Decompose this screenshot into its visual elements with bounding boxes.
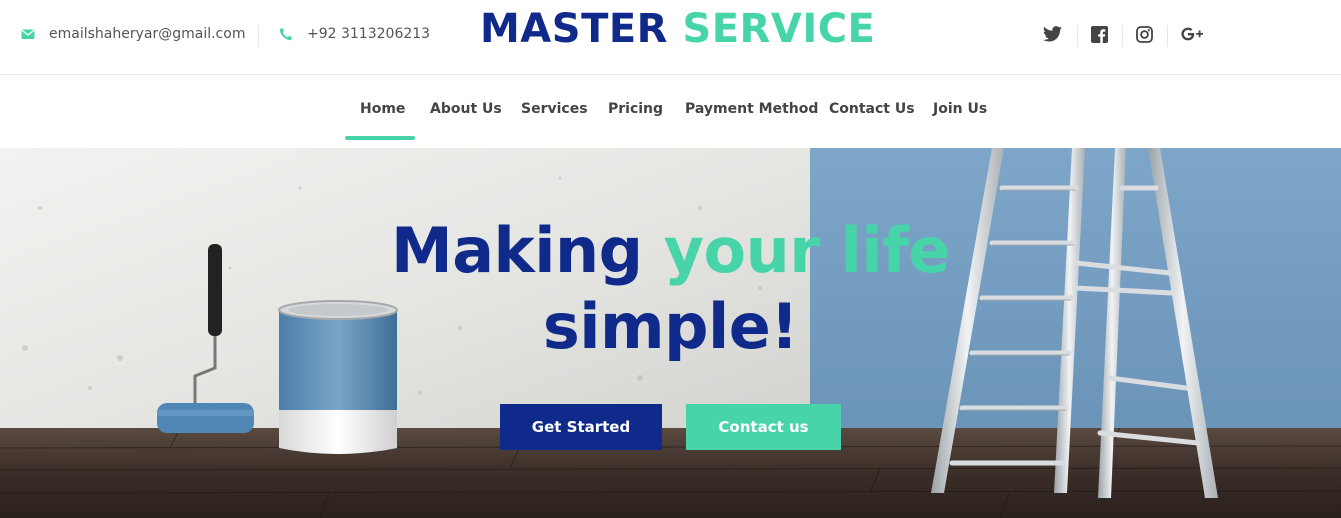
contact-us-button[interactable]: Contact us <box>686 404 841 450</box>
site-logo[interactable]: MASTER SERVICE <box>480 6 875 52</box>
email-text: emailshaheryar@gmail.com <box>49 26 246 42</box>
phone-icon <box>279 27 293 41</box>
divider <box>1077 25 1078 47</box>
google-plus-icon <box>1181 27 1203 41</box>
hero-headline-line-1: Making your life <box>0 220 1341 282</box>
divider <box>1167 25 1168 47</box>
hero-section: Making your life simple! Get Started Con… <box>0 148 1341 518</box>
divider <box>258 25 259 47</box>
top-bar: emailshaheryar@gmail.com +92 3113206213 … <box>0 0 1341 75</box>
email-contact[interactable]: emailshaheryar@gmail.com <box>21 26 245 42</box>
nav-item-pricing[interactable]: Pricing <box>608 101 663 117</box>
nav-item-about-us[interactable]: About Us <box>430 101 502 117</box>
logo-word-2: SERVICE <box>682 6 876 52</box>
phone-text: +92 3113206213 <box>307 26 431 42</box>
twitter-icon <box>1042 26 1062 42</box>
headline-your-life: your life <box>663 214 951 287</box>
headline-making: Making <box>391 214 643 287</box>
nav-item-payment-method[interactable]: Payment Method <box>685 101 818 117</box>
nav-item-home[interactable]: Home <box>360 101 405 117</box>
headline-simple: simple! <box>542 290 799 363</box>
facebook-icon <box>1090 25 1108 43</box>
nav-item-join-us[interactable]: Join Us <box>933 101 987 117</box>
main-nav: Home About Us Services Pricing Payment M… <box>0 76 1341 148</box>
instagram-icon <box>1135 25 1153 43</box>
phone-contact[interactable]: +92 3113206213 <box>279 26 430 42</box>
logo-word-1: MASTER <box>480 6 668 52</box>
active-nav-indicator <box>345 136 415 140</box>
get-started-button[interactable]: Get Started <box>500 404 662 450</box>
instagram-link[interactable] <box>1134 24 1154 44</box>
envelope-icon <box>21 29 35 39</box>
divider <box>1122 25 1123 47</box>
nav-item-contact-us[interactable]: Contact Us <box>829 101 915 117</box>
google-plus-link[interactable] <box>1180 24 1206 44</box>
facebook-link[interactable] <box>1089 24 1109 44</box>
hero-headline-line-2: simple! <box>0 296 1341 358</box>
nav-item-services[interactable]: Services <box>521 101 588 117</box>
twitter-link[interactable] <box>1042 24 1062 44</box>
